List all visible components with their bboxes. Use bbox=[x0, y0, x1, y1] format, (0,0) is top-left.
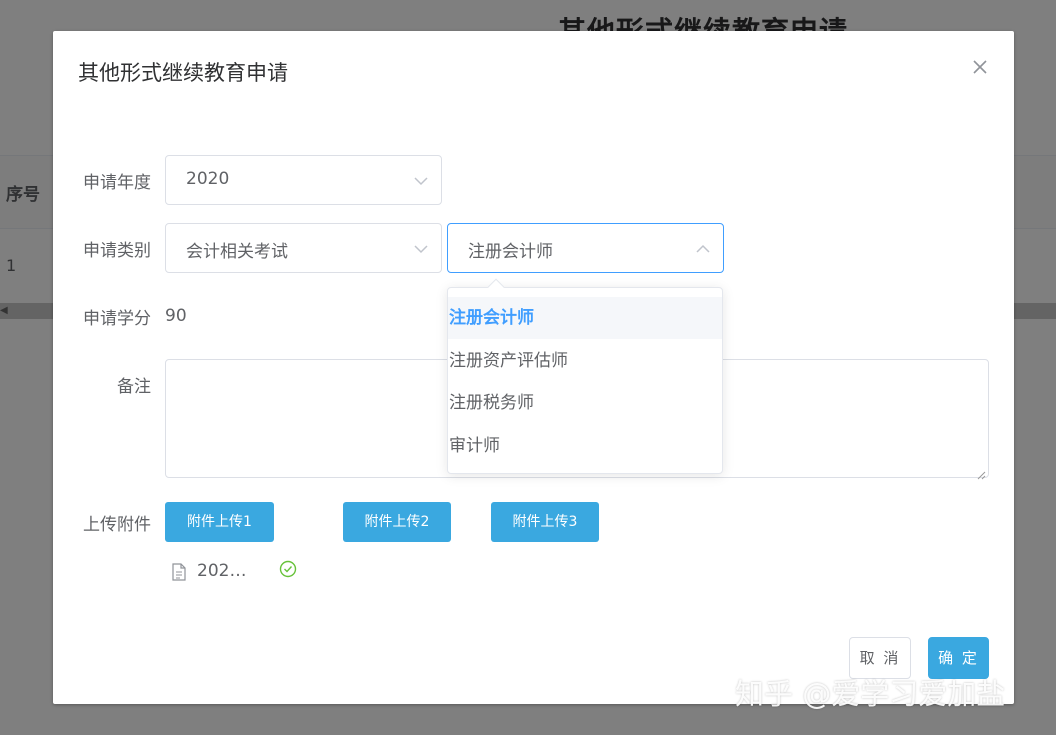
upload-button-3[interactable]: 附件上传3 bbox=[491, 502, 599, 542]
uploaded-file-name: 202… bbox=[197, 561, 247, 581]
credits-label: 申请学分 bbox=[83, 309, 151, 329]
category-select-value: 会计相关考试 bbox=[186, 242, 288, 262]
remark-label: 备注 bbox=[117, 377, 151, 397]
year-select[interactable]: 2020 bbox=[165, 155, 442, 205]
upload-button-2[interactable]: 附件上传2 bbox=[343, 502, 451, 542]
subcategory-select[interactable]: 注册会计师 bbox=[447, 223, 724, 273]
year-select-value: 2020 bbox=[186, 169, 230, 189]
chevron-down-icon bbox=[413, 173, 429, 189]
upload-button-1[interactable]: 附件上传1 bbox=[165, 502, 274, 542]
year-label: 申请年度 bbox=[83, 173, 151, 193]
subcategory-select-value: 注册会计师 bbox=[468, 242, 553, 262]
dropdown-option[interactable]: 注册税务师 bbox=[448, 382, 722, 424]
chevron-up-icon bbox=[695, 241, 711, 257]
dropdown-option[interactable]: 注册会计师 bbox=[448, 297, 722, 339]
dropdown-option[interactable]: 审计师 bbox=[448, 425, 722, 467]
category-select[interactable]: 会计相关考试 bbox=[165, 223, 442, 273]
chevron-down-icon bbox=[413, 241, 429, 257]
dropdown-option[interactable]: 注册资产评估师 bbox=[448, 340, 722, 382]
category-label: 申请类别 bbox=[83, 241, 151, 261]
close-icon[interactable] bbox=[970, 57, 990, 77]
document-icon bbox=[171, 563, 187, 581]
credits-value: 90 bbox=[165, 306, 187, 326]
dialog-title: 其他形式继续教育申请 bbox=[78, 61, 288, 85]
watermark-text: 知乎 @爱学习爱加盐 bbox=[735, 677, 1006, 711]
upload-label: 上传附件 bbox=[83, 515, 151, 535]
check-circle-icon bbox=[279, 560, 297, 578]
subcategory-dropdown: 注册会计师 注册资产评估师 注册税务师 审计师 bbox=[447, 278, 723, 474]
resize-grip-icon[interactable] bbox=[976, 465, 986, 480]
